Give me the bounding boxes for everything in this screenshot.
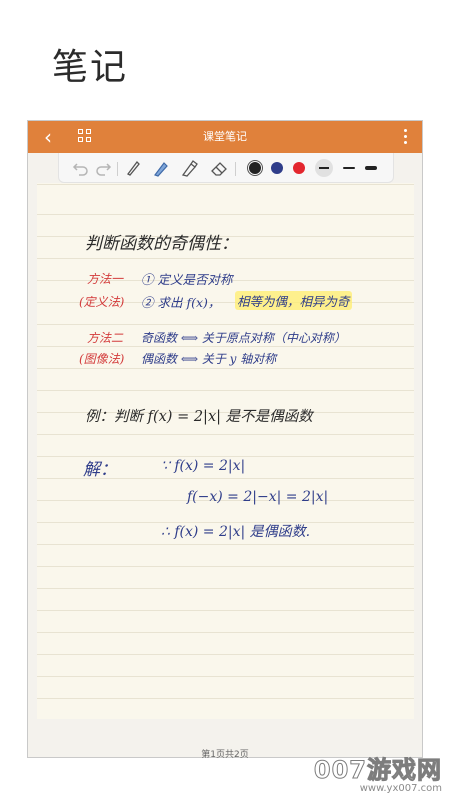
solution-step1: ∵ f(x) = 2|x| — [161, 458, 246, 474]
color-red-swatch[interactable] — [293, 162, 305, 174]
method1-label: 方法一 — [87, 272, 124, 286]
color-blue-swatch[interactable] — [271, 162, 283, 174]
method1-highlight: 相等为偶，相异为奇 — [235, 291, 352, 310]
highlighter-icon[interactable] — [179, 158, 199, 178]
method2-label: 方法二 — [87, 331, 124, 345]
stroke-medium-option[interactable] — [343, 167, 355, 169]
pen-toolbar — [58, 153, 394, 183]
watermark-text: 007游戏网 — [313, 756, 442, 785]
note-paper[interactable]: 判断函数的奇偶性： 方法一 (定义法) ① 定义是否对称 ② 求出 f(x)， … — [37, 183, 414, 719]
stroke-thick-option[interactable] — [365, 166, 377, 170]
stroke-thin-option[interactable] — [315, 159, 333, 177]
method2-line1: 奇函数 ⟺ 关于原点对称（中心对称） — [141, 331, 346, 345]
app-bar: ‹ 课堂笔记 — [28, 121, 422, 153]
eraser-icon[interactable] — [209, 158, 229, 178]
pen-icon[interactable] — [123, 158, 143, 178]
promo-title: 笔记 — [52, 47, 129, 88]
watermark-logo: 007游戏网 www.yx007.com — [313, 750, 442, 795]
method1-line2: ② 求出 f(x)， — [141, 295, 221, 310]
app-title: 课堂笔记 — [203, 130, 247, 143]
color-black-swatch[interactable] — [247, 160, 263, 176]
note-heading: 判断函数的奇偶性： — [85, 234, 238, 254]
solution-step2: f(−x) = 2|−x| = 2|x| — [187, 489, 329, 505]
method2-tag: (图像法) — [79, 352, 125, 366]
solution-step3: ∴ f(x) = 2|x| 是偶函数. — [161, 524, 311, 540]
method1-tag: (定义法) — [79, 295, 125, 309]
redo-icon[interactable] — [93, 158, 113, 178]
more-icon[interactable] — [404, 127, 408, 147]
device-frame: ‹ 课堂笔记 判断函数的奇偶性： 方法一 (定义法) ① 定义是否对称 ② 求出… — [27, 120, 423, 760]
solution-label: 解： — [83, 460, 117, 480]
method2-line2: 偶函数 ⟺ 关于 y 轴对称 — [141, 352, 277, 366]
undo-icon[interactable] — [71, 158, 91, 178]
marker-icon[interactable] — [151, 158, 171, 178]
example-line: 例：判断 f(x) = 2|x| 是不是偶函数 — [85, 409, 313, 425]
method1-line1: ① 定义是否对称 — [141, 272, 233, 287]
